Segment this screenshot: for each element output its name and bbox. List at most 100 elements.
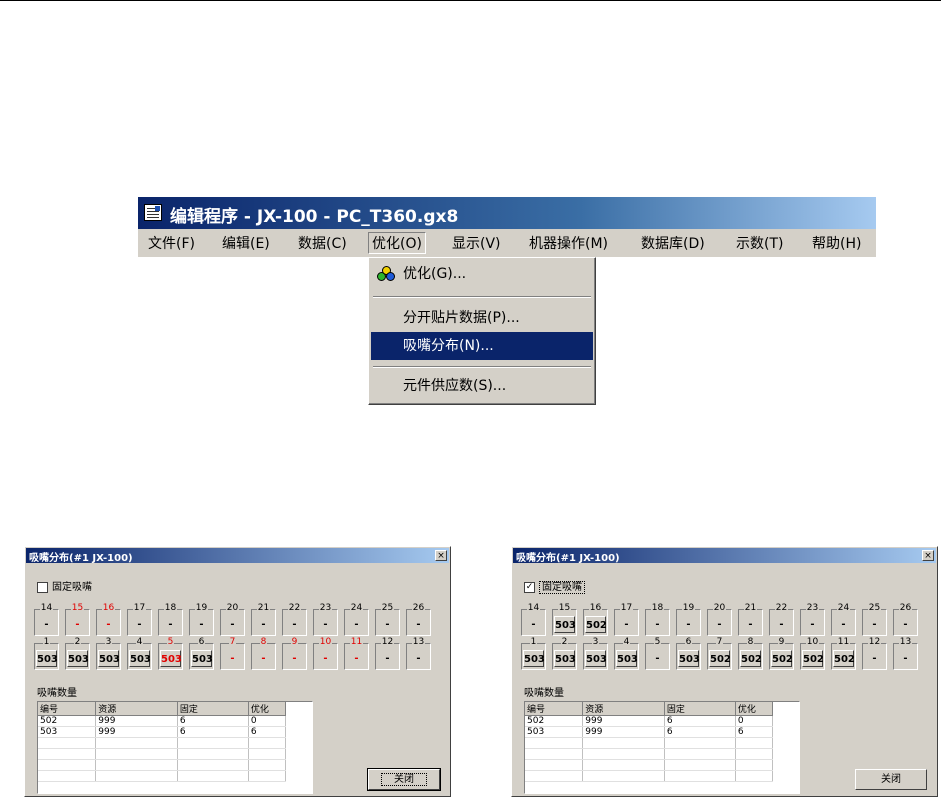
- optimize-icon: [377, 266, 395, 282]
- nozzle-value[interactable]: 503: [191, 650, 213, 667]
- menu-optimize[interactable]: 优化(O): [368, 232, 426, 254]
- nozzle-value[interactable]: -: [895, 616, 916, 633]
- nozzle-value[interactable]: -: [740, 616, 761, 633]
- nozzle-value[interactable]: -: [864, 616, 885, 633]
- nozzle-value[interactable]: 503: [67, 650, 89, 667]
- checkbox-box[interactable]: ✓: [524, 581, 535, 593]
- nozzle-value[interactable]: 503: [554, 650, 576, 667]
- nozzle-value[interactable]: -: [129, 616, 150, 633]
- nozzle-value[interactable]: -: [709, 616, 730, 633]
- table-cell: 6: [177, 726, 249, 738]
- nozzle-value[interactable]: -: [222, 616, 243, 633]
- nozzle-value[interactable]: 503: [523, 650, 545, 667]
- table-row[interactable]: [38, 748, 287, 760]
- nozzle-value[interactable]: 503: [616, 650, 638, 667]
- nozzle-value[interactable]: 503: [585, 650, 607, 667]
- close-icon[interactable]: ×: [435, 550, 447, 561]
- menu-teach[interactable]: 示数(T): [736, 233, 783, 253]
- table-row[interactable]: [525, 748, 774, 760]
- nozzle-value[interactable]: -: [377, 650, 398, 667]
- menu-data[interactable]: 数据(C): [298, 233, 347, 253]
- menu-item-split-placement[interactable]: 分开贴片数据(P)...: [371, 304, 593, 332]
- table-row[interactable]: [38, 737, 287, 749]
- nozzle-value[interactable]: 503: [678, 650, 700, 667]
- menu-help[interactable]: 帮助(H): [812, 233, 861, 253]
- nozzle-value[interactable]: 503: [36, 650, 58, 667]
- nozzle-value[interactable]: -: [346, 616, 367, 633]
- nozzle-value[interactable]: 502: [771, 650, 793, 667]
- table-header-cell[interactable]: 优化: [735, 702, 774, 716]
- menu-database[interactable]: 数据库(D): [641, 233, 705, 253]
- table-header-cell[interactable]: 优化: [248, 702, 287, 716]
- table-row[interactable]: [525, 759, 774, 771]
- nozzle-value[interactable]: -: [222, 650, 243, 667]
- menu-edit[interactable]: 编辑(E): [222, 233, 270, 253]
- nozzle-value[interactable]: -: [36, 616, 57, 633]
- nozzle-value[interactable]: -: [833, 616, 854, 633]
- table-row[interactable]: 503 999 6 6: [38, 726, 287, 738]
- nozzle-value[interactable]: 503: [554, 616, 576, 633]
- menu-file[interactable]: 文件(F): [148, 233, 195, 253]
- nozzle-value[interactable]: -: [523, 616, 544, 633]
- nozzle-value[interactable]: -: [346, 650, 367, 667]
- nozzle-value[interactable]: 502: [585, 616, 607, 633]
- nozzle-count-table[interactable]: 编号 资源 固定 优化 502 999 6 0 503 999 6 6: [524, 701, 800, 794]
- nozzle-count-table[interactable]: 编号 资源 固定 优化 502 999 6 0 503 999 6 6: [37, 701, 313, 794]
- nozzle-value[interactable]: 502: [740, 650, 762, 667]
- nozzle-value[interactable]: 503: [98, 650, 120, 667]
- table-header-cell[interactable]: 固定: [177, 702, 249, 716]
- table-row[interactable]: 502 999 6 0: [525, 715, 774, 727]
- fixed-nozzle-checkbox[interactable]: 固定吸嘴: [37, 578, 92, 593]
- close-icon[interactable]: ×: [922, 550, 934, 561]
- nozzle-value[interactable]: -: [895, 650, 916, 667]
- table-header-cell[interactable]: 编号: [525, 702, 584, 716]
- nozzle-value[interactable]: -: [408, 616, 429, 633]
- nozzle-value[interactable]: -: [647, 650, 668, 667]
- nozzle-value[interactable]: -: [284, 616, 305, 633]
- nozzle-value[interactable]: 502: [709, 650, 731, 667]
- nozzle-value[interactable]: -: [284, 650, 305, 667]
- nozzle-value[interactable]: -: [616, 616, 637, 633]
- table-header-cell[interactable]: 资源: [582, 702, 665, 716]
- close-button[interactable]: 关闭: [367, 768, 441, 791]
- menu-machine-operation[interactable]: 机器操作(M): [529, 233, 608, 253]
- nozzle-value[interactable]: 503: [129, 650, 151, 667]
- nozzle-value[interactable]: -: [678, 616, 699, 633]
- table-row[interactable]: [38, 759, 287, 771]
- table-row[interactable]: 503 999 6 6: [525, 726, 774, 738]
- nozzle-value[interactable]: -: [315, 616, 336, 633]
- table-row[interactable]: 502 999 6 0: [38, 715, 287, 727]
- table-row[interactable]: [525, 737, 774, 749]
- nozzle-value[interactable]: -: [253, 616, 274, 633]
- table-header-cell[interactable]: 固定: [664, 702, 736, 716]
- nozzle-value[interactable]: -: [864, 650, 885, 667]
- fixed-nozzle-checkbox[interactable]: ✓ 固定吸嘴: [524, 578, 585, 594]
- nozzle-value[interactable]: -: [647, 616, 668, 633]
- table-row[interactable]: [38, 770, 287, 782]
- nozzle-value[interactable]: -: [802, 616, 823, 633]
- close-button[interactable]: 关闭: [855, 769, 927, 790]
- menu-view[interactable]: 显示(V): [452, 233, 501, 253]
- nozzle-value[interactable]: -: [67, 616, 88, 633]
- checkbox-box[interactable]: [37, 581, 48, 593]
- menu-item-component-supply[interactable]: 元件供应数(S)...: [371, 372, 593, 400]
- nozzle-value[interactable]: -: [191, 616, 212, 633]
- nozzle-value[interactable]: -: [377, 616, 398, 633]
- nozzle-slot: 25 -: [375, 603, 400, 636]
- nozzle-value[interactable]: -: [253, 650, 274, 667]
- menu-item-nozzle-distribution[interactable]: 吸嘴分布(N)...: [371, 332, 593, 360]
- nozzle-value[interactable]: -: [315, 650, 336, 667]
- nozzle-value[interactable]: -: [160, 616, 181, 633]
- table-row[interactable]: [525, 770, 774, 782]
- nozzle-number-text: 18: [163, 603, 178, 613]
- nozzle-value[interactable]: -: [98, 616, 119, 633]
- menu-item-optimize[interactable]: 优化(G)...: [371, 260, 593, 288]
- nozzle-value[interactable]: -: [408, 650, 429, 667]
- table-header-cell[interactable]: 资源: [95, 702, 178, 716]
- nozzle-value[interactable]: 502: [802, 650, 824, 667]
- nozzle-value[interactable]: -: [771, 616, 792, 633]
- nozzle-value[interactable]: 503: [160, 650, 182, 667]
- table-header-cell[interactable]: 编号: [38, 702, 97, 716]
- nozzle-value[interactable]: 502: [833, 650, 855, 667]
- nozzle-number-text: 1: [42, 637, 51, 647]
